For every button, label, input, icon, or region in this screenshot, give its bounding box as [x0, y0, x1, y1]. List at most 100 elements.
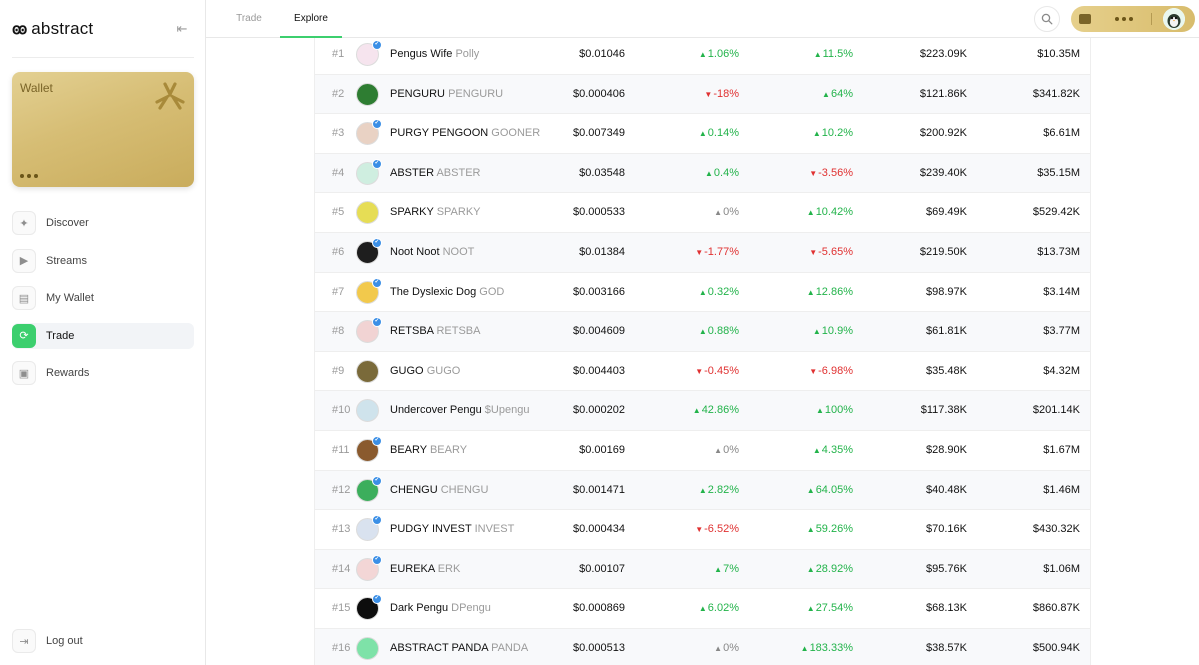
token-name[interactable]: Noot Noot NOOT [390, 233, 474, 272]
token-ticker: INVEST [474, 523, 515, 536]
wallet-pill-button[interactable] [1071, 6, 1195, 32]
wallet-menu-button[interactable] [20, 174, 38, 178]
arrow-up-icon: ▲ [806, 525, 815, 535]
token-rank: #13 [332, 523, 351, 536]
token-name[interactable]: The Dyslexic Dog GOD [390, 273, 504, 312]
token-market-cap: $6.61M [1043, 127, 1080, 140]
token-name[interactable]: ABSTRACT PANDA PANDA [390, 629, 528, 665]
wallet-icon: ▤ [12, 286, 36, 310]
token-volume: $28.90K [926, 444, 967, 456]
token-price: $0.000406 [573, 87, 625, 100]
token-name[interactable]: PURGY PENGOON GOONER [390, 114, 540, 153]
token-ticker: GOD [479, 285, 505, 298]
token-name[interactable]: GUGO GUGO [390, 352, 460, 391]
sidebar-item-trade[interactable]: ⟳ Trade [12, 322, 194, 349]
collapse-sidebar-button[interactable]: ⇤ [173, 20, 191, 38]
logout-button[interactable]: ⇥ Log out [12, 629, 83, 653]
table-row[interactable]: #15 ✓ Dark Pengu DPengu $0.000869 ▲6.02% ▲27.… [315, 589, 1090, 629]
table-row[interactable]: #1 ✓ Pengus Wife Polly $0.01046 ▲1.06% ▲11.5%… [315, 38, 1090, 75]
arrow-up-icon: ▲ [812, 446, 821, 455]
price-change-2-value: 10.42% [815, 206, 853, 219]
table-row[interactable]: #12 ✓ CHENGU CHENGU $0.001471 ▲2.82% ▲64.05% $… [315, 470, 1090, 511]
price-change-1: ▼-6.52% [695, 510, 739, 549]
verified-badge-icon: ✓ [372, 436, 382, 446]
token-avatar: ✓ [356, 515, 382, 542]
wallet-card[interactable]: Wallet [12, 72, 194, 187]
verified-badge-icon: ✓ [372, 515, 382, 526]
table-row[interactable]: #5 SPARKY SPARKY $0.000533 ▲0% ▲10.42% $69.49… [315, 193, 1090, 233]
token-ticker: PANDA [491, 642, 529, 654]
verified-badge-icon: ✓ [372, 238, 382, 248]
token-name[interactable]: SPARKY SPARKY [390, 193, 481, 232]
arrow-down-icon: ▼ [695, 366, 704, 376]
table-row[interactable]: #7 ✓ The Dyslexic Dog GOD $0.003166 ▲0.32% ▲1… [315, 273, 1090, 313]
arrow-up-icon: ▲ [698, 50, 707, 59]
price-change-1: ▲2.82% [699, 471, 739, 510]
tab-trade[interactable]: Trade [236, 0, 262, 38]
price-change-1: ▲6.02% [699, 589, 739, 628]
arrow-up-icon: ▲ [812, 327, 821, 337]
price-change-1-value: 6.02% [707, 602, 739, 615]
table-row[interactable]: #14 ✓ EUREKA ERK $0.00107 ▲7% ▲28.92% $95.76K $… [315, 549, 1090, 590]
token-market-cap: $500.94K [1032, 642, 1080, 654]
token-price: $0.000434 [573, 523, 625, 536]
table-row[interactable]: #6 ✓ Noot Noot NOOT $0.01384 ▼-1.77% ▼-5.65% $… [315, 233, 1090, 273]
token-name-text: GUGO [390, 364, 424, 377]
sidebar-item-my-wallet[interactable]: ▤ My Wallet [12, 285, 194, 311]
token-name[interactable]: ABSTER ABSTER [390, 154, 480, 193]
token-name[interactable]: BEARY BEARY [390, 431, 467, 470]
table-row[interactable]: #11 ✓ BEARY BEARY $0.00169 ▲0% ▲4.35% $28.90K $… [315, 431, 1090, 471]
table-row[interactable]: #4 ✓ ABSTER ABSTER $0.03548 ▲0.4% ▼-3.56% $239… [315, 153, 1090, 194]
price-change-2-value: 64% [830, 87, 853, 100]
arrow-up-icon: ▲ [806, 564, 815, 574]
token-price: $0.00107 [579, 562, 625, 575]
table-row[interactable]: #13 ✓ PUDGY INVEST INVEST $0.000434 ▼-6.52% ▲… [315, 510, 1090, 550]
price-change-1: ▲42.86% [693, 391, 739, 430]
token-rank: #16 [332, 642, 351, 654]
token-name[interactable]: CHENGU CHENGU [390, 471, 488, 510]
token-name[interactable]: PUDGY INVEST INVEST [390, 510, 514, 549]
price-change-1: ▼-0.45% [695, 352, 739, 391]
token-name[interactable]: EUREKA ERK [390, 550, 460, 589]
token-rank: #7 [332, 285, 345, 298]
token-name[interactable]: PENGURU PENGURU [390, 75, 503, 114]
sidebar-item-label: Streams [46, 254, 87, 267]
arrow-up-icon: ▲ [698, 327, 707, 337]
search-button[interactable] [1034, 6, 1060, 32]
more-icon [1115, 17, 1133, 21]
token-avatar [356, 399, 379, 423]
table-row[interactable]: #10 Undercover Pengu $Upengu $0.000202 ▲42.… [315, 391, 1090, 431]
user-avatar[interactable] [1163, 8, 1185, 30]
table-row[interactable]: #2 PENGURU PENGURU $0.000406 ▼-18% ▲64% $121.… [315, 74, 1090, 115]
token-price: $0.000869 [573, 602, 625, 615]
top-bar: Trade Explore [206, 0, 1199, 38]
price-change-2-value: 10.9% [821, 325, 853, 338]
sidebar-item-streams[interactable]: ▶ Streams [12, 248, 194, 274]
tab-explore[interactable]: Explore [280, 0, 342, 38]
token-name-text: PENGURU [390, 87, 446, 100]
sidebar-item-label: Discover [46, 217, 89, 229]
token-name[interactable]: Dark Pengu DPengu [390, 589, 491, 628]
token-rank: #4 [332, 166, 345, 179]
table-row[interactable]: #3 ✓ PURGY PENGOON GOONER $0.007349 ▲0.14% ▲1… [315, 114, 1090, 154]
token-rank: #14 [332, 562, 351, 575]
token-market-cap: $4.32M [1043, 364, 1080, 377]
sidebar-item-rewards[interactable]: ▣ Rewards [12, 360, 194, 386]
table-row[interactable]: #16 ABSTRACT PANDA PANDA $0.000513 ▲0% ▲183.… [315, 629, 1090, 665]
token-ticker: CHENGU [440, 483, 489, 496]
price-change-2-value: 59.26% [815, 523, 853, 536]
table-row[interactable]: #9 GUGO GUGO $0.004403 ▼-0.45% ▼-6.98% $35.48… [315, 352, 1090, 392]
token-market-cap: $201.14K [1032, 404, 1080, 417]
token-volume: $219.50K [919, 246, 967, 258]
table-row[interactable]: #8 ✓ RETSBA RETSBA $0.004609 ▲0.88% ▲10.9% $61… [315, 312, 1090, 352]
token-name[interactable]: RETSBA RETSBA [390, 312, 480, 351]
price-change-1: ▲1.06% [699, 38, 739, 74]
sidebar-item-discover[interactable]: ✦ Discover [12, 210, 194, 236]
token-name[interactable]: Pengus Wife Polly [390, 38, 479, 74]
token-volume: $200.92K [919, 127, 967, 140]
token-rank: #1 [332, 48, 345, 60]
brand-logo[interactable]: ꙭ abstract [12, 19, 93, 39]
price-change-1-value: -18% [713, 87, 739, 100]
token-name-text: Undercover Pengu [390, 404, 482, 417]
token-name[interactable]: Undercover Pengu $Upengu [390, 391, 529, 430]
